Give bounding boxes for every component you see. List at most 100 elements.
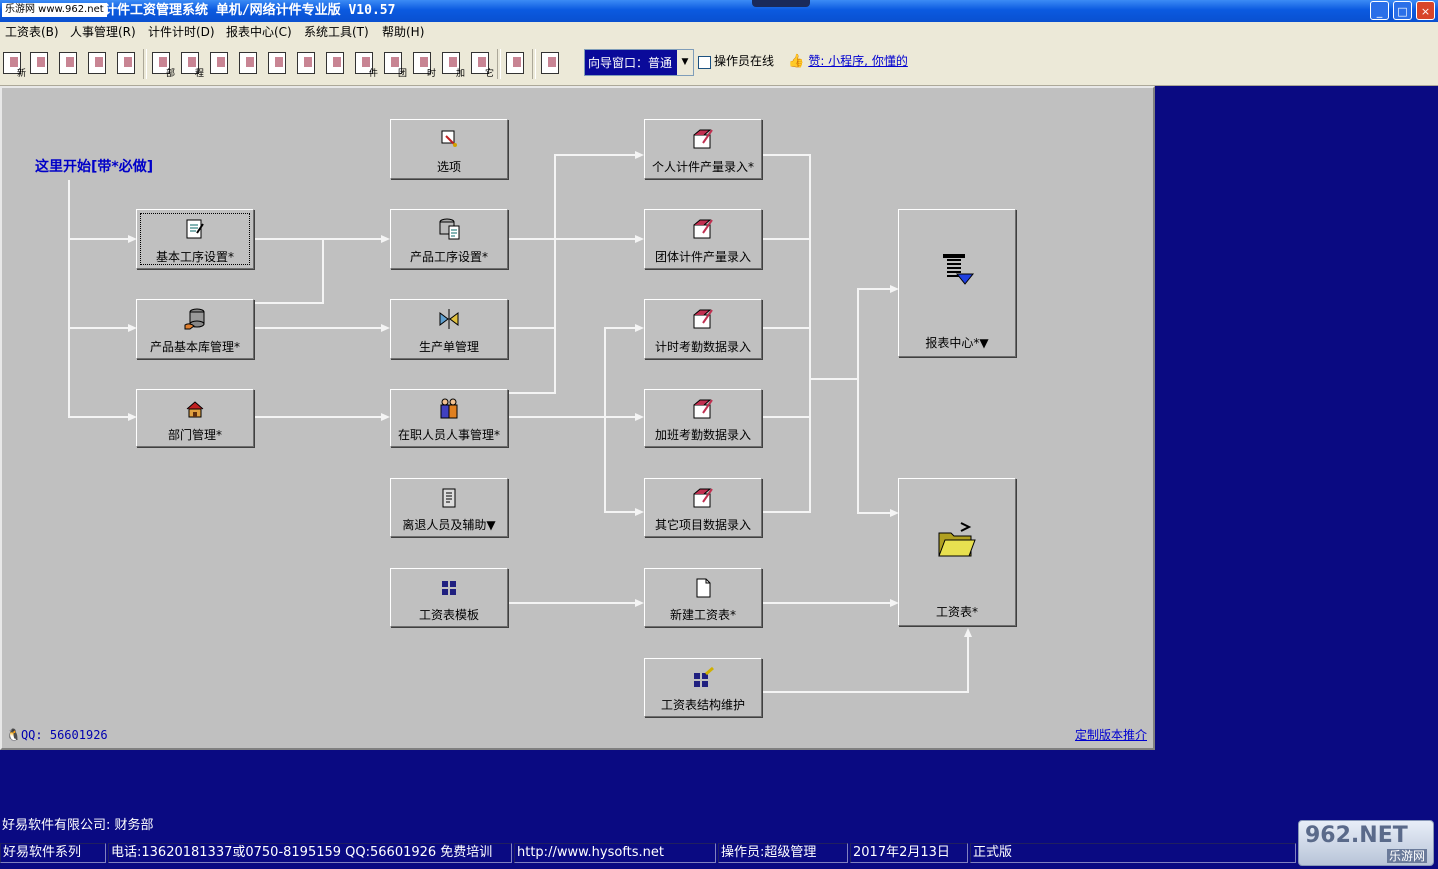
overtime-entry-button[interactable]: 加: [439, 49, 465, 79]
watermark-logo: 962.NET 乐游网: [1298, 820, 1434, 866]
connector-line: [763, 238, 811, 240]
menu-help[interactable]: 帮助(H): [382, 25, 424, 40]
chevron-down-icon[interactable]: ▼: [677, 50, 693, 75]
guide-window-select[interactable]: 向导窗口：普通 ▼: [584, 49, 694, 76]
other-entry-button[interactable]: 它: [468, 49, 494, 79]
production-icon: [326, 52, 344, 74]
arrow-icon: [635, 599, 644, 607]
menu-piecework[interactable]: 计件计时(D): [148, 25, 215, 40]
connector-line: [763, 511, 811, 513]
database-button[interactable]: [236, 49, 262, 79]
open-folder-button[interactable]: [27, 49, 53, 79]
group-entry-button[interactable]: 团: [381, 49, 407, 79]
calculator-icon: [59, 52, 77, 74]
new-file-button[interactable]: 新: [0, 49, 26, 79]
stack-icon: [297, 52, 315, 74]
operator-online-checkbox[interactable]: [698, 56, 711, 69]
maximize-button[interactable]: □: [1393, 1, 1412, 20]
database-document-icon: [439, 218, 460, 240]
connector-line: [809, 378, 859, 380]
status-contact: 电话:13620181337或0750-8195159 QQ:56601926 …: [108, 843, 512, 863]
group-piece-entry-button[interactable]: 团体计件产量录入: [644, 209, 762, 269]
process-button[interactable]: 程: [178, 49, 204, 79]
options-button[interactable]: 选项: [390, 119, 508, 179]
production-order-icon: [439, 309, 459, 329]
connector-line: [967, 634, 969, 693]
scroll-icon: [442, 488, 456, 508]
hourly-entry-button[interactable]: 时: [410, 49, 436, 79]
arrow-icon: [635, 235, 644, 243]
operator-online-label: 操作员在线: [714, 54, 775, 68]
document-edit-icon: [186, 219, 204, 239]
product-library-button[interactable]: 产品基本库管理*: [136, 299, 254, 359]
navigation-panel: 这里开始[带*必做] 基本工序设置* 产品基本库管理* 部门管理* 选项 产品工…: [0, 86, 1155, 750]
product-button[interactable]: [294, 49, 320, 79]
blank-document-icon: [696, 578, 711, 598]
basic-process-setup-button[interactable]: 基本工序设置*: [136, 209, 254, 269]
custom-version-link[interactable]: 定制版本推介: [1075, 728, 1147, 742]
payroll-structure-button[interactable]: 工资表结构维护: [644, 658, 762, 717]
document-icon: [268, 52, 286, 74]
connector-line: [604, 327, 606, 513]
house-icon: [186, 401, 204, 418]
product-process-setup-button[interactable]: 产品工序设置*: [390, 209, 508, 269]
arrow-icon: [635, 324, 644, 332]
production-order-button[interactable]: [323, 49, 349, 79]
list-dropdown-button[interactable]: [207, 49, 233, 79]
minimize-button[interactable]: _: [1370, 1, 1389, 20]
piece-entry-button[interactable]: 件: [352, 49, 378, 79]
connector-line: [857, 288, 891, 290]
arrow-icon: [635, 151, 644, 159]
payroll-button[interactable]: 工资表*: [898, 478, 1016, 626]
new-payroll-button[interactable]: 新建工资表*: [644, 568, 762, 627]
like-link-text[interactable]: 赞: 小程序, 你懂的: [808, 54, 908, 68]
calculator-button[interactable]: [56, 49, 82, 79]
connector-line: [604, 327, 637, 329]
arrow-icon: [964, 628, 972, 637]
connector-line: [68, 416, 130, 418]
payroll-template-button[interactable]: 工资表模板: [390, 568, 508, 627]
production-order-button[interactable]: 生产单管理: [390, 299, 508, 359]
report-icon: [506, 52, 524, 74]
people-icon: [440, 398, 458, 419]
options-icon: [441, 130, 457, 147]
report-center-button[interactable]: 报表中心*▼: [898, 209, 1016, 357]
window-title: 计件工资管理系统 单机/网络计件专业版 V10.57: [104, 3, 396, 18]
exit-button[interactable]: [538, 49, 564, 79]
document-button[interactable]: [265, 49, 291, 79]
department-button[interactable]: 部: [149, 49, 175, 79]
structure-button[interactable]: [114, 49, 140, 79]
other-items-entry-button[interactable]: 其它项目数据录入: [644, 478, 762, 537]
site-logo: 乐游网 www.962.net: [2, 3, 107, 17]
company-label: 好易软件有限公司: 财务部: [2, 818, 154, 833]
menu-report-center[interactable]: 报表中心(C): [226, 25, 292, 40]
report-center-button[interactable]: [503, 49, 529, 79]
connector-line: [509, 327, 556, 329]
connector-line: [763, 602, 891, 604]
menu-payroll[interactable]: 工资表(B): [5, 25, 59, 40]
menu-personnel[interactable]: 人事管理(R): [70, 25, 136, 40]
template-button[interactable]: [85, 49, 111, 79]
grid-icon: [88, 52, 106, 74]
staff-management-button[interactable]: 在职人员人事管理*: [390, 389, 508, 447]
hourly-attendance-entry-button[interactable]: 计时考勤数据录入: [644, 299, 762, 359]
close-button[interactable]: ×: [1416, 1, 1435, 20]
connector-line: [255, 238, 383, 240]
open-folder-icon: [30, 52, 48, 74]
connector-line: [763, 154, 811, 156]
pen-notebook-icon: [693, 129, 713, 149]
connector-line: [554, 154, 637, 156]
status-edition: 正式版: [970, 843, 1296, 863]
connector-line: [809, 154, 811, 513]
retired-staff-button[interactable]: 离退人员及辅助▼: [390, 478, 508, 537]
like-link[interactable]: 👍 赞: 小程序, 你懂的: [788, 53, 908, 70]
menu-system-tools[interactable]: 系统工具(T): [304, 25, 369, 40]
department-button[interactable]: 部门管理*: [136, 389, 254, 447]
connector-line: [554, 154, 556, 394]
overtime-attendance-entry-button[interactable]: 加班考勤数据录入: [644, 389, 762, 447]
pen-notebook-icon: [693, 309, 713, 329]
personal-piece-entry-button[interactable]: 个人计件产量录入*: [644, 119, 762, 179]
connector-line: [255, 302, 324, 304]
computer-icon: [541, 52, 559, 74]
title-notch: [752, 0, 810, 7]
